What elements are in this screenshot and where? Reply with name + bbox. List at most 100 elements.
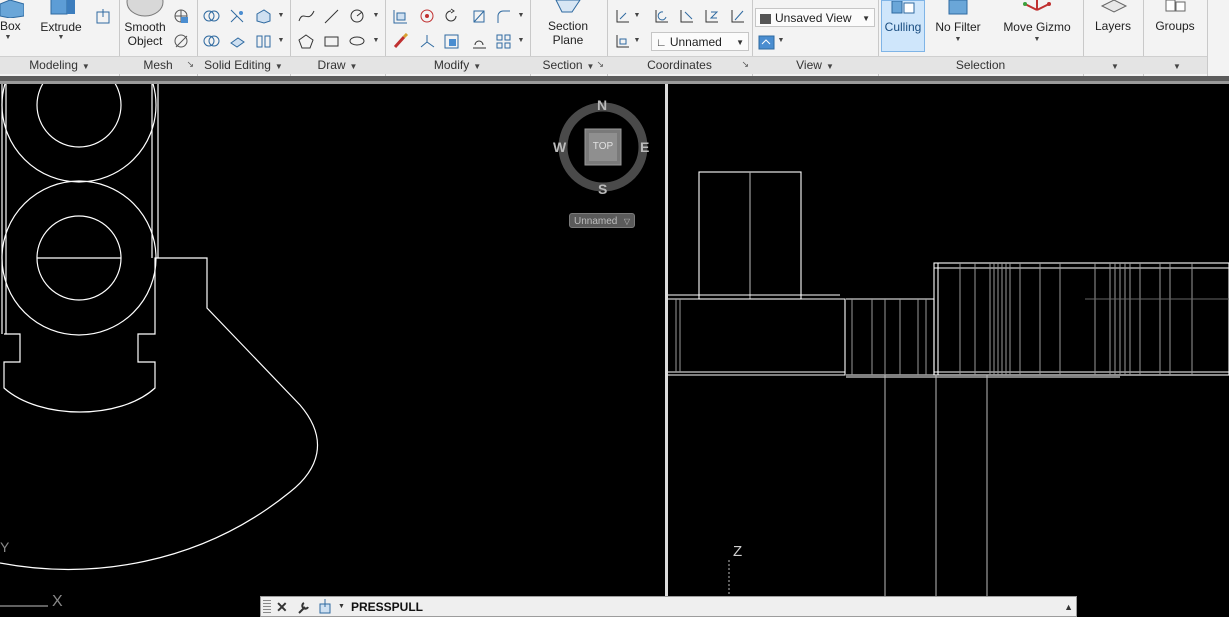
- extrude-icon: [50, 0, 75, 15]
- viewcube-top-face[interactable]: TOP: [590, 141, 616, 152]
- ucs-z-label: Z: [733, 543, 742, 560]
- fillet-button[interactable]: [493, 6, 513, 26]
- move-gizmo-dropdown[interactable]: ▼: [1033, 36, 1041, 43]
- section-plane-button[interactable]: Section Plane: [540, 0, 596, 47]
- no-filter-button[interactable]: No Filter ▼: [930, 0, 986, 43]
- panel-title-draw[interactable]: Draw ▼: [290, 56, 385, 74]
- extrude-dropdown-icon[interactable]: ▼: [57, 34, 65, 41]
- compass-north[interactable]: N: [597, 97, 607, 113]
- offset-button[interactable]: [441, 31, 461, 51]
- viewport-left[interactable]: Y X N S E W TOP Unnamed ▽: [0, 84, 665, 617]
- compass-south[interactable]: S: [598, 181, 607, 197]
- visual-style-dropdown[interactable]: ▼: [777, 37, 785, 44]
- smooth-object-button[interactable]: Smooth Object: [121, 0, 169, 48]
- culling-button[interactable]: Culling: [881, 0, 925, 52]
- no-filter-label: No Filter: [935, 20, 981, 34]
- box-dropdown-icon[interactable]: ▼: [4, 34, 12, 41]
- modify-dropdown-1[interactable]: ▼: [517, 12, 525, 19]
- visual-style-button[interactable]: [756, 32, 776, 52]
- ucs-x-button[interactable]: [676, 6, 696, 26]
- separate-button[interactable]: [253, 31, 273, 51]
- wrench-icon[interactable]: [296, 600, 311, 615]
- extrude-label: Extrude: [40, 20, 82, 34]
- intersect-icon: [203, 35, 219, 46]
- panel-title-coordinates[interactable]: Coordinates ↘: [607, 56, 752, 74]
- union-button[interactable]: [201, 6, 221, 26]
- ucs-dropdown[interactable]: ▼: [633, 12, 641, 19]
- array-button[interactable]: [493, 31, 513, 51]
- panel-section: Section Plane Section ▼ ↘: [530, 0, 608, 76]
- command-history-dropdown[interactable]: ▼: [338, 597, 345, 617]
- gizmo-button[interactable]: [417, 31, 437, 51]
- mesh-sphere-icon: [174, 9, 188, 23]
- column-outline: [1, 84, 159, 334]
- presspull-command-icon[interactable]: [318, 599, 336, 615]
- view-combo[interactable]: Unsaved View ▼: [755, 8, 875, 27]
- polygon-button[interactable]: [296, 31, 316, 51]
- thicken-button[interactable]: [227, 31, 247, 51]
- layers-button[interactable]: Layers: [1089, 0, 1137, 33]
- ellipse-dropdown[interactable]: ▼: [372, 37, 380, 44]
- panel-title-solid-editing[interactable]: Solid Editing ▼: [197, 56, 290, 74]
- panel-layers: Layers ▼: [1083, 0, 1144, 76]
- ucs-x-icon: [680, 9, 693, 22]
- panel-modeling: Box ▼ Extrude ▼ Modeling ▼: [0, 0, 120, 76]
- presspull-small-button[interactable]: [93, 6, 113, 26]
- mesh-refine-button[interactable]: [171, 6, 191, 26]
- ucs-world-button[interactable]: [612, 31, 632, 51]
- mirror-button[interactable]: [469, 6, 489, 26]
- compass-west[interactable]: W: [553, 139, 566, 155]
- viewcube[interactable]: N S E W TOP: [553, 97, 650, 197]
- stretch-button[interactable]: [469, 31, 489, 51]
- separate-icon: [256, 35, 270, 47]
- panel-title-groups[interactable]: ▼: [1143, 56, 1207, 74]
- panel-title-modeling[interactable]: Modeling ▼: [0, 56, 119, 74]
- visual-style-icon: [758, 35, 774, 49]
- panel-title-layers[interactable]: ▼: [1083, 56, 1143, 74]
- extrude-button[interactable]: Extrude ▼: [38, 0, 84, 41]
- close-icon[interactable]: ✕: [276, 597, 288, 617]
- ucs-previous-button[interactable]: [651, 6, 671, 26]
- panel-title-mesh[interactable]: Mesh ↘: [119, 56, 197, 74]
- box-button[interactable]: Box ▼: [0, 0, 24, 41]
- groups-button[interactable]: Groups: [1151, 0, 1199, 33]
- ucs-button[interactable]: [612, 6, 632, 26]
- ellipse-icon: [349, 36, 364, 45]
- intersect-button[interactable]: [201, 31, 221, 51]
- slice-button[interactable]: [227, 6, 247, 26]
- ucs-z-button[interactable]: [701, 6, 721, 26]
- solid-edit-dropdown-2[interactable]: ▼: [277, 37, 285, 44]
- command-line-grip-icon[interactable]: [263, 600, 271, 614]
- mesh-crease-button[interactable]: [171, 31, 191, 51]
- extract-edges-button[interactable]: [253, 6, 273, 26]
- no-filter-dropdown[interactable]: ▼: [954, 36, 962, 43]
- ucs-world-dropdown[interactable]: ▼: [633, 37, 641, 44]
- panel-title-selection[interactable]: Selection: [878, 56, 1083, 74]
- command-line[interactable]: ✕ ▼ PRESSPULL ▲: [260, 596, 1077, 617]
- panel-title-view[interactable]: View ▼: [752, 56, 878, 74]
- command-expand-icon[interactable]: ▲: [1064, 597, 1073, 617]
- ucs-previous-icon: [655, 9, 668, 22]
- ellipse-button[interactable]: [347, 31, 367, 51]
- panel-title-section[interactable]: Section ▼ ↘: [530, 56, 607, 74]
- move-gizmo-button[interactable]: Move Gizmo ▼: [998, 0, 1076, 43]
- circle-button[interactable]: [347, 6, 367, 26]
- line-button[interactable]: [321, 6, 341, 26]
- spline-button[interactable]: [296, 6, 316, 26]
- modify-dropdown-2[interactable]: ▼: [517, 37, 525, 44]
- ucs-3point-button[interactable]: [727, 6, 747, 26]
- align-button[interactable]: [390, 6, 410, 26]
- solid-edit-dropdown-1[interactable]: ▼: [277, 12, 285, 19]
- panel-mesh: Smooth Object Mesh ↘: [119, 0, 198, 76]
- erase-button[interactable]: [390, 31, 410, 51]
- panel-title-modify[interactable]: Modify ▼: [385, 56, 530, 74]
- rotate-button[interactable]: [441, 6, 461, 26]
- compass-east[interactable]: E: [640, 139, 649, 155]
- ucs-menu[interactable]: Unnamed ▽: [569, 213, 635, 228]
- ucs-combo[interactable]: ∟ Unnamed ▼: [651, 32, 749, 51]
- circle-dropdown[interactable]: ▼: [372, 12, 380, 19]
- rectangle-button[interactable]: [321, 31, 341, 51]
- 3d-array-button[interactable]: [417, 6, 437, 26]
- viewport-right[interactable]: Z: [668, 84, 1229, 617]
- ucs-3point-icon: [731, 9, 744, 22]
